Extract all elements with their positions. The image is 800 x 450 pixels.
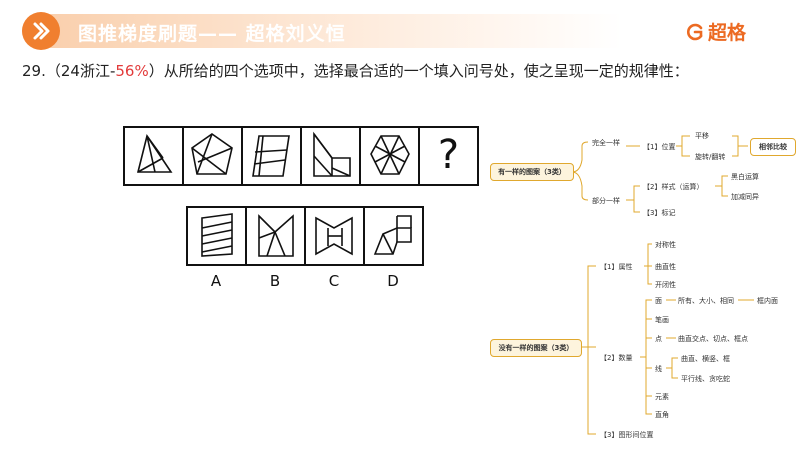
node-face: 面 [655, 297, 662, 305]
node-open-closed: 开闭性 [655, 281, 676, 289]
node-face-detail: 所有、大小、相同 [678, 297, 734, 305]
node-stroke: 笔画 [655, 316, 669, 324]
node-rotate-flip: 旋转/翻转 [695, 153, 726, 161]
node-line: 线 [655, 365, 662, 373]
node-attribute: 【1】属性 [600, 263, 633, 271]
mindmap-root-nosame: 没有一样的图案（3类） [490, 339, 582, 357]
node-point: 点 [655, 335, 662, 343]
node-bw-calc: 黑白运算 [731, 173, 759, 181]
node-position: 【1】位置 [643, 143, 676, 151]
node-line-detail-2: 平行线、贪吃蛇 [681, 375, 730, 383]
mindmap-root-same: 有一样的图案（3类） [490, 163, 574, 181]
node-curve-straight: 曲直性 [655, 263, 676, 271]
node-face-inner: 框内面 [757, 297, 778, 305]
node-relation: 【3】图形间位置 [600, 431, 654, 439]
node-complete-same: 完全一样 [592, 139, 620, 147]
node-compare: 相邻比较 [750, 138, 796, 156]
node-mark: 【3】标记 [643, 209, 676, 217]
node-line-detail-1: 曲直、横竖、框 [681, 355, 730, 363]
node-element: 元素 [655, 393, 669, 401]
node-quantity: 【2】数量 [600, 354, 633, 362]
node-symmetry: 对称性 [655, 241, 676, 249]
node-partial-same: 部分一样 [592, 197, 620, 205]
node-translate: 平移 [695, 132, 709, 140]
node-style: 【2】样式（运算） [643, 183, 704, 191]
node-point-detail: 曲直交点、切点、框点 [678, 335, 748, 343]
node-add-sub: 加减同异 [731, 193, 759, 201]
mindmap-connectors [571, 135, 754, 435]
node-right-angle: 直角 [655, 411, 669, 419]
